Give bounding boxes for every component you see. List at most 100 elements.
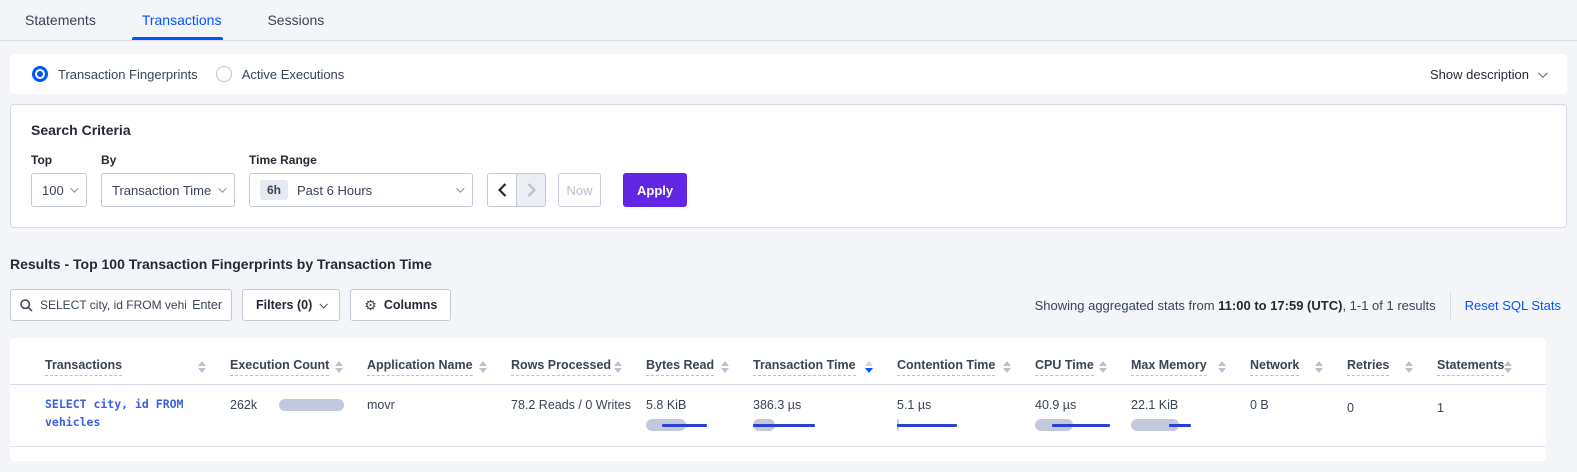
sort-icon[interactable] xyxy=(865,361,873,373)
radio-label: Transaction Fingerprints xyxy=(58,67,198,82)
bytes-read-cell: 5.8 KiB xyxy=(646,398,753,431)
tab-transactions[interactable]: Transactions xyxy=(142,0,222,40)
top-value: 100 xyxy=(42,183,64,198)
columns-label: Columns xyxy=(384,298,437,312)
sort-icon[interactable] xyxy=(1504,361,1512,373)
search-criteria-form: Top 100 By Transaction Time Time Range 6… xyxy=(31,153,1546,207)
column-header-retries: Retries xyxy=(1347,350,1437,384)
sort-icon[interactable] xyxy=(721,361,729,373)
by-label: By xyxy=(101,153,235,167)
radio-label: Active Executions xyxy=(242,67,345,82)
max-memory-cell: 22.1 KiB xyxy=(1131,398,1250,431)
column-header-execution-count: Execution Count xyxy=(230,350,367,384)
time-range-badge: 6h xyxy=(260,180,288,200)
by-select[interactable]: Transaction Time xyxy=(101,173,235,207)
chevron-down-icon xyxy=(1538,68,1548,78)
top-label: Top xyxy=(31,153,87,167)
column-header-max-memory: Max Memory xyxy=(1131,350,1250,384)
top-select[interactable]: 100 xyxy=(31,173,87,207)
column-header-transaction-time: Transaction Time xyxy=(753,350,897,384)
contention-time-cell: 5.1 µs xyxy=(897,398,1035,431)
page-tabs: Statements Transactions Sessions xyxy=(0,0,1577,41)
next-time-range-button[interactable] xyxy=(516,173,546,207)
time-range-field: Time Range 6h Past 6 Hours xyxy=(235,153,473,207)
sort-icon[interactable] xyxy=(479,361,487,373)
show-description-toggle[interactable]: Show description xyxy=(1430,67,1545,82)
filters-button[interactable]: Filters (0) xyxy=(242,289,340,321)
chevron-right-icon xyxy=(527,183,536,197)
top-field: Top 100 xyxy=(31,153,87,207)
tab-statements[interactable]: Statements xyxy=(25,0,96,40)
reset-sql-stats-link[interactable]: Reset SQL Stats xyxy=(1465,298,1561,313)
table-row: SELECT city, id FROM vehicles 262k movr … xyxy=(10,385,1546,447)
sort-icon[interactable] xyxy=(1218,361,1226,373)
columns-button[interactable]: ⚙ Columns xyxy=(350,289,451,321)
column-header-bytes-read: Bytes Read xyxy=(646,350,753,384)
time-range-value: Past 6 Hours xyxy=(297,183,372,198)
transactions-table: Transactions Execution Count Application… xyxy=(10,338,1546,461)
apply-button[interactable]: Apply xyxy=(623,173,687,207)
chevron-down-icon xyxy=(320,300,328,308)
table-header-row: Transactions Execution Count Application… xyxy=(10,350,1546,385)
chevron-left-icon xyxy=(498,183,507,197)
execution-count-bar xyxy=(279,399,344,411)
search-criteria-card: Search Criteria Top 100 By Transaction T… xyxy=(10,104,1567,228)
rows-processed-cell: 78.2 Reads / 0 Writes xyxy=(511,398,646,412)
time-range-select[interactable]: 6h Past 6 Hours xyxy=(249,173,473,207)
tab-sessions[interactable]: Sessions xyxy=(267,0,324,40)
chevron-down-icon xyxy=(456,184,464,192)
now-button[interactable]: Now xyxy=(558,173,601,207)
column-header-transactions: Transactions xyxy=(45,350,230,384)
gear-icon: ⚙ xyxy=(364,297,377,314)
cpu-time-bar xyxy=(1035,419,1131,431)
results-heading: Results - Top 100 Transaction Fingerprin… xyxy=(10,256,1577,272)
transaction-time-bar xyxy=(753,419,897,431)
execution-count-cell: 262k xyxy=(230,398,367,412)
sort-icon[interactable] xyxy=(1003,361,1011,373)
cpu-time-cell: 40.9 µs xyxy=(1035,398,1131,431)
chevron-down-icon xyxy=(218,184,226,192)
column-header-application-name: Application Name xyxy=(367,350,511,384)
search-enter-button[interactable]: Enter xyxy=(192,298,222,312)
chevron-down-icon xyxy=(70,184,78,192)
retries-cell: 0 xyxy=(1347,398,1437,415)
view-toggle-card: Transaction Fingerprints Active Executio… xyxy=(10,54,1567,94)
sort-icon[interactable] xyxy=(1315,361,1323,373)
network-cell: 0 B xyxy=(1250,398,1347,412)
search-input[interactable]: SELECT city, id FROM vehicles W xyxy=(40,298,186,312)
statements-cell: 1 xyxy=(1437,398,1536,415)
stats-area: Showing aggregated stats from 11:00 to 1… xyxy=(1035,292,1561,319)
sort-icon[interactable] xyxy=(1405,361,1413,373)
radio-unselected-icon xyxy=(216,66,232,82)
filters-label: Filters (0) xyxy=(256,298,312,312)
vertical-divider xyxy=(1450,292,1451,319)
by-value: Transaction Time xyxy=(112,183,211,198)
by-field: By Transaction Time xyxy=(87,153,235,207)
search-criteria-title: Search Criteria xyxy=(31,122,1546,138)
column-header-network: Network xyxy=(1250,350,1347,384)
max-memory-bar xyxy=(1131,419,1250,431)
show-description-label: Show description xyxy=(1430,67,1529,82)
sort-icon[interactable] xyxy=(614,361,622,373)
contention-time-bar xyxy=(897,419,1035,431)
transaction-time-cell: 386.3 µs xyxy=(753,398,897,431)
column-header-contention-time: Contention Time xyxy=(897,350,1035,384)
time-range-arrows xyxy=(487,173,546,207)
aggregated-stats-text: Showing aggregated stats from 11:00 to 1… xyxy=(1035,298,1436,313)
previous-time-range-button[interactable] xyxy=(487,173,517,207)
sort-icon[interactable] xyxy=(198,361,206,373)
column-header-cpu-time: CPU Time xyxy=(1035,350,1131,384)
application-name-cell: movr xyxy=(367,398,511,412)
transaction-fingerprint-link[interactable]: SELECT city, id FROM vehicles xyxy=(45,396,197,432)
search-box[interactable]: SELECT city, id FROM vehicles W Enter xyxy=(10,289,232,321)
column-header-rows-processed: Rows Processed xyxy=(511,350,646,384)
time-range-label: Time Range xyxy=(249,153,473,167)
search-icon xyxy=(20,299,33,312)
bytes-read-bar xyxy=(646,419,753,431)
sort-icon[interactable] xyxy=(1099,361,1107,373)
radio-active-executions[interactable]: Active Executions xyxy=(216,66,345,82)
radio-transaction-fingerprints[interactable]: Transaction Fingerprints xyxy=(32,66,198,82)
results-controls-row: SELECT city, id FROM vehicles W Enter Fi… xyxy=(10,289,1561,321)
sort-icon[interactable] xyxy=(335,361,343,373)
radio-selected-icon xyxy=(32,66,48,82)
